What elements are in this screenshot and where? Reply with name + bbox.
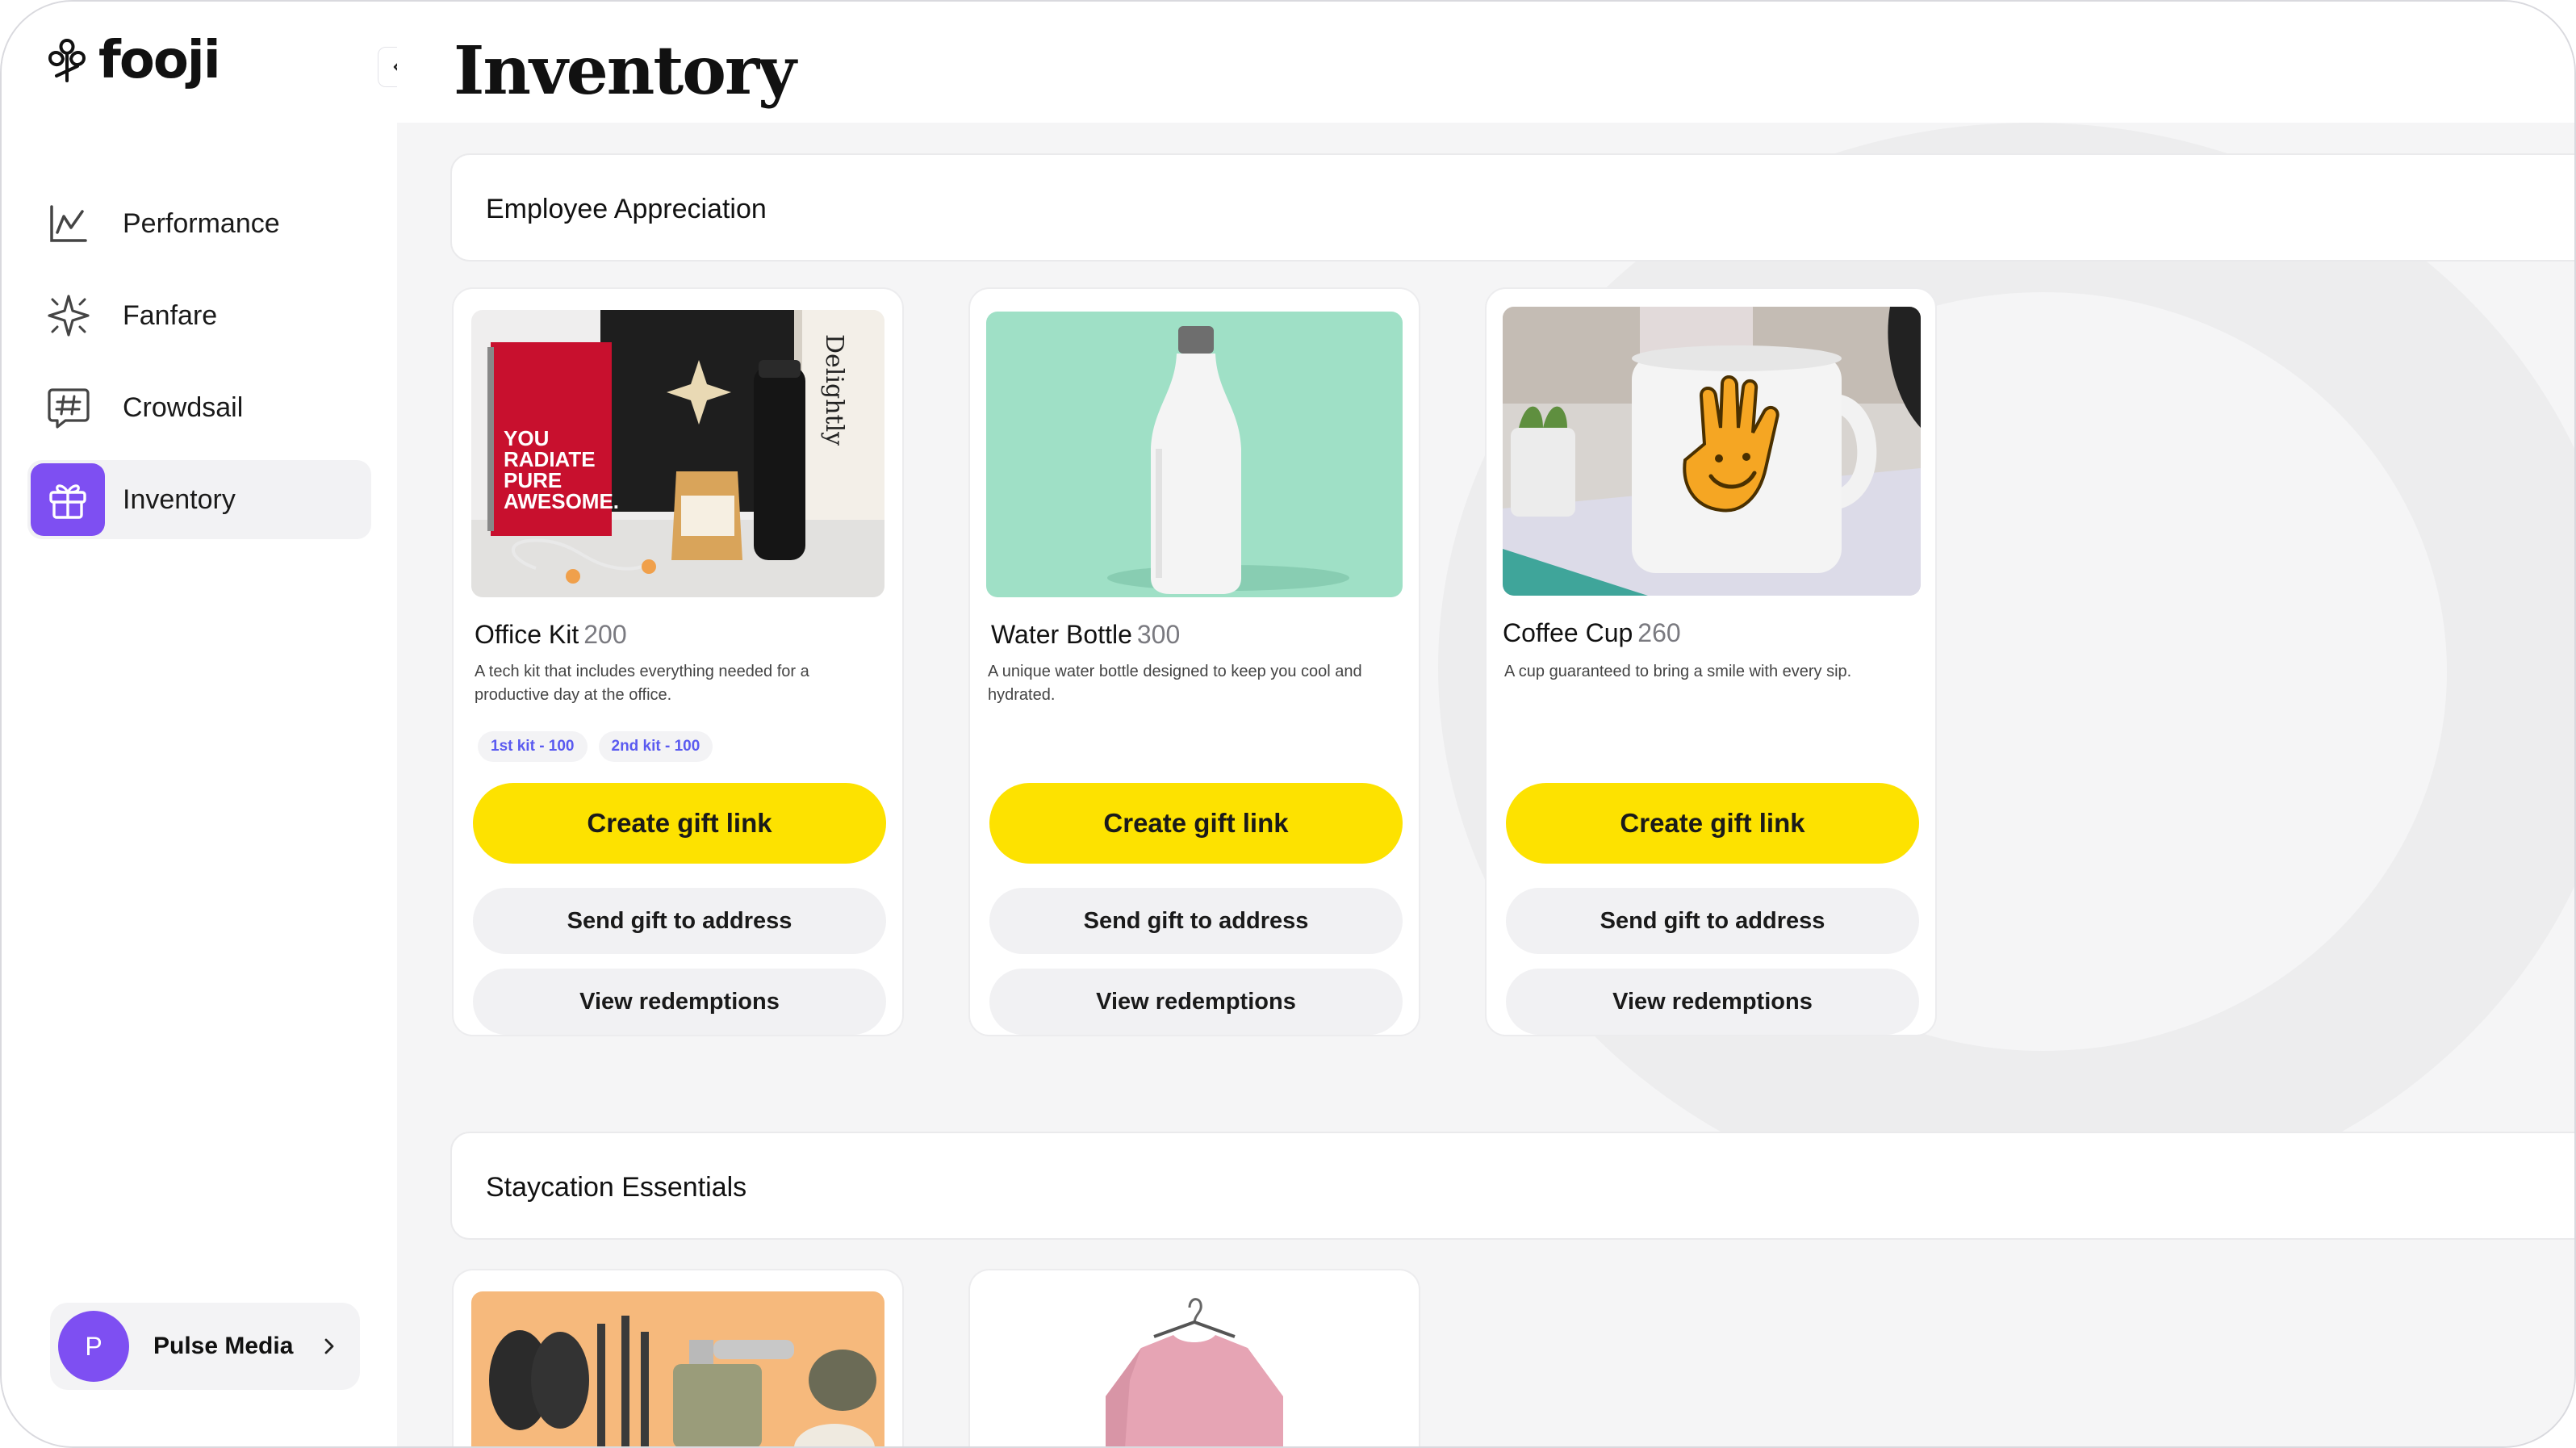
gift-icon [31,463,105,536]
sidebar-item-crowdsail[interactable]: Crowdsail [27,368,371,447]
item-description: A cup guaranteed to bring a smile with e… [1504,663,1852,680]
sidebar-item-label: Performance [123,207,280,239]
sparkle-icon [45,292,92,339]
chart-line-icon [45,200,92,247]
gift-card-office-kit: Delightly YOU RADIATE PURE AWESOME. Offi… [452,287,904,1036]
coffee-cup-image [1503,307,1921,596]
avatar: P [58,1311,129,1382]
app-window: fooji Performance Fanfare Crowdsail Inve… [0,0,2576,1448]
office-kit-notebook-line-4: AWESOME. [504,489,619,513]
sidebar: fooji Performance Fanfare Crowdsail Inve… [2,2,418,1446]
item-tags: 1st kit - 100 2nd kit - 100 [478,731,713,762]
item-quantity: 260 [1637,618,1681,647]
view-redemptions-button[interactable]: View redemptions [989,969,1403,1035]
hashtag-icon [45,384,92,431]
view-redemptions-button[interactable]: View redemptions [473,969,886,1035]
create-gift-link-button[interactable]: Create gift link [989,783,1403,864]
gift-card-coffee-cup: Coffee Cup 260 A cup guaranteed to bring … [1485,287,1937,1036]
view-redemptions-button[interactable]: View redemptions [1506,969,1919,1035]
create-gift-link-button[interactable]: Create gift link [1506,783,1919,864]
item-description: A unique water bottle designed to keep y… [988,663,1362,704]
item-quantity: 300 [1136,620,1181,649]
office-kit-box-text: Delightly [820,334,848,446]
gift-card-sweater [968,1269,1420,1446]
kit-tag: 1st kit - 100 [478,731,588,762]
section-staycation-essentials: Staycation Essentials [450,1132,2574,1240]
item-name: Coffee Cup [1503,618,1633,647]
item-quantity: 200 [583,620,627,649]
gift-card-water-bottle: Water Bottle 300 A unique water bottle de… [968,287,1420,1036]
hiking-gear-image [471,1291,884,1446]
create-gift-link-button[interactable]: Create gift link [473,783,886,864]
card-title: Water Bottle 300 [991,620,1180,650]
account-name: Pulse Media [153,1333,294,1359]
card-title: Office Kit 200 [475,620,627,650]
logo-text: fooji [98,31,221,90]
item-name: Office Kit [475,620,579,649]
section-employee-appreciation: Employee Appreciation [450,153,2574,262]
fooji-logo-icon [48,38,86,82]
page-title: Inventory [454,32,797,110]
office-kit-image: Delightly YOU RADIATE PURE AWESOME. [471,310,884,597]
card-title: Coffee Cup 260 [1503,618,1681,648]
section-title: Employee Appreciation [486,194,767,224]
sidebar-item-label: Inventory [123,483,236,515]
sidebar-item-label: Fanfare [123,299,218,331]
gift-card-hiking-gear [452,1269,904,1446]
sidebar-item-inventory[interactable]: Inventory [27,460,371,539]
fooji-logo[interactable]: fooji [40,31,221,90]
sidebar-item-fanfare[interactable]: Fanfare [27,276,371,355]
water-bottle-image [986,312,1403,597]
main-content: Inventory Employee Appreciation Delightl… [397,2,2574,1446]
sidebar-item-label: Crowdsail [123,391,244,423]
kit-tag: 2nd kit - 100 [598,731,713,762]
sidebar-item-performance[interactable]: Performance [27,184,371,263]
send-gift-to-address-button[interactable]: Send gift to address [473,888,886,954]
sweater-image [988,1291,1401,1446]
item-description: A tech kit that includes everything need… [475,663,809,704]
chevron-right-icon [324,1338,334,1354]
page-header: Inventory [397,2,2574,123]
send-gift-to-address-button[interactable]: Send gift to address [989,888,1403,954]
section-title: Staycation Essentials [486,1172,747,1203]
account-switcher[interactable]: P Pulse Media [50,1303,360,1390]
send-gift-to-address-button[interactable]: Send gift to address [1506,888,1919,954]
item-name: Water Bottle [991,620,1132,649]
